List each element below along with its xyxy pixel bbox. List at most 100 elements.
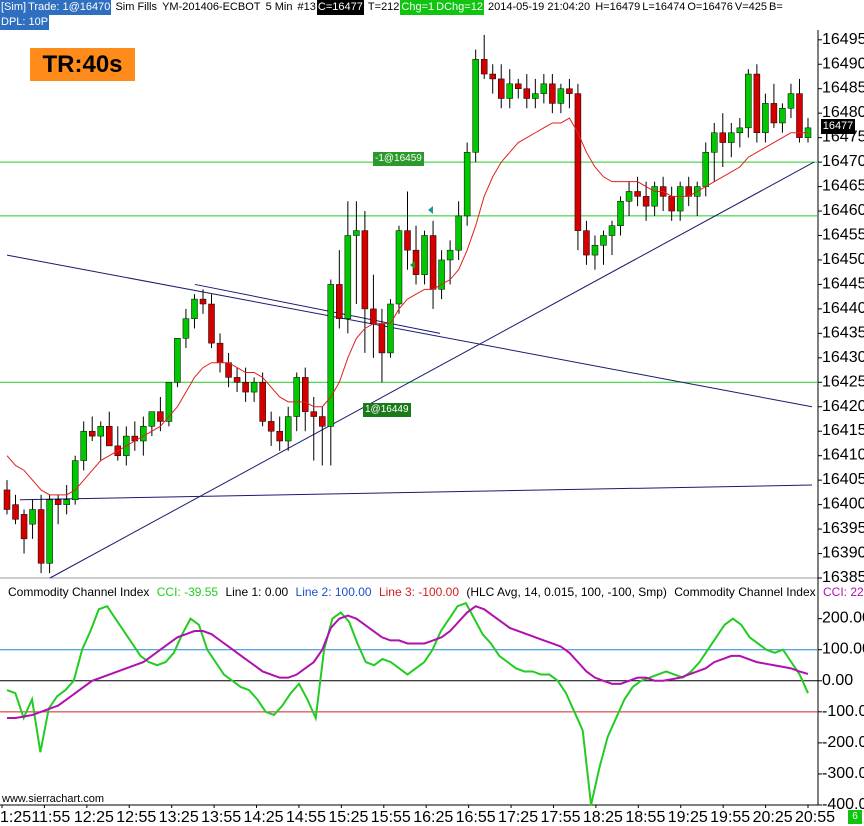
status-pill: 6 [848, 810, 862, 824]
candle-body [506, 83, 514, 99]
candle-body [796, 93, 803, 138]
price-tick-label: 16415 [822, 422, 864, 439]
candle-body [532, 93, 539, 99]
cci-value-1: CCI: -39.55 [156, 585, 219, 599]
candle-body [140, 426, 147, 442]
candle-body [668, 196, 675, 212]
candle-body [429, 235, 437, 290]
candle-body [591, 245, 599, 256]
candle-body [787, 93, 795, 109]
candle-body [29, 509, 36, 525]
price-tick-label: 16445 [822, 275, 864, 292]
time-tick-label: 18:25 [583, 809, 623, 826]
candle-body [12, 504, 19, 520]
time-tick-label: 19:55 [710, 809, 750, 826]
candle-body [242, 382, 249, 393]
candle-body [446, 249, 454, 261]
price-tick-label: 16405 [822, 471, 864, 488]
candle-body [46, 499, 53, 564]
candle-body [651, 186, 658, 207]
candle-body [54, 499, 62, 505]
candle-body [745, 73, 752, 129]
candle-body [233, 377, 241, 383]
order-arrow-icon [428, 206, 433, 214]
trendline-up [49, 161, 815, 579]
price-tick-label: 16430 [822, 349, 864, 366]
time-tick-label: 13:25 [159, 809, 199, 826]
candle-body [583, 230, 590, 256]
price-chart[interactable]: 1649516490164851648016475164701646516460… [0, 0, 864, 826]
candle-body [293, 377, 300, 417]
price-tick-label: 16425 [822, 373, 864, 390]
time-tick-label: 12:55 [116, 809, 156, 826]
candle-body [515, 83, 522, 89]
candle-body [387, 303, 394, 354]
price-tick-label: 16390 [822, 545, 864, 562]
candle-body [216, 342, 224, 363]
candle-body [199, 298, 207, 305]
time-tick-label: 15:55 [371, 809, 411, 826]
candle-body [472, 59, 479, 153]
candle-body [463, 152, 471, 217]
candle-body [88, 430, 96, 437]
price-tick-label: 16485 [822, 80, 864, 97]
candle-body [208, 303, 215, 344]
candle-body [267, 421, 275, 432]
cci-params: (HLC Avg, 14, 0.015, 100, -100, Smp) [466, 585, 667, 599]
candle-body [250, 382, 258, 393]
candle-body [608, 225, 616, 236]
candle-body [489, 73, 496, 80]
candle-body [182, 318, 190, 339]
price-tick-label: 16490 [822, 55, 864, 72]
buy-order-label[interactable]: 1@16449 [363, 403, 411, 417]
cci-value-2: CCI: 22 [823, 585, 864, 599]
candle-body [327, 284, 335, 427]
time-tick-label: 16:25 [413, 809, 453, 826]
line3-value: Line 3: -100.00 [378, 585, 459, 599]
cci-tick-label: -300.00 [822, 765, 864, 782]
time-tick-label: 16:55 [456, 809, 496, 826]
cci-name-1: Commodity Channel Index [8, 585, 150, 599]
candle-body [336, 284, 343, 319]
candle-body [157, 411, 164, 422]
candle-body [574, 93, 582, 231]
candle-body [20, 514, 28, 540]
tr-badge: TR:40s [30, 48, 135, 81]
time-tick-label: 14:25 [244, 809, 284, 826]
time-tick-label: 20:55 [795, 809, 835, 826]
candle-body [191, 298, 198, 319]
candle-body [421, 235, 428, 275]
candle-body [225, 362, 232, 378]
time-tick-label: 19:25 [668, 809, 708, 826]
time-tick-label: 13:55 [201, 809, 241, 826]
candle-body [728, 132, 735, 143]
candle-body [378, 323, 386, 354]
time-tick-label: 14:55 [286, 809, 326, 826]
candle-body [455, 215, 462, 251]
candle-body [310, 411, 318, 417]
price-tick-label: 16395 [822, 520, 864, 537]
current-price-box: 16477 [821, 119, 855, 134]
cci-tick-label: 0.00 [822, 672, 853, 689]
time-tick-label: 11:55 [31, 809, 70, 826]
candle-body [344, 235, 352, 319]
candle-body [319, 416, 326, 427]
candle-body [557, 88, 565, 104]
candle-body [353, 230, 360, 236]
trendline-down [6, 254, 813, 408]
candle-body [148, 411, 156, 427]
cci-series-line [7, 605, 809, 720]
price-tick-label: 16420 [822, 398, 864, 415]
candle-body [480, 59, 488, 75]
cci-name-2: Commodity Channel Index [674, 585, 816, 599]
watermark: www.sierrachart.com [2, 793, 105, 805]
sell-order-label[interactable]: -1@16459 [373, 152, 424, 166]
candle-body [600, 235, 607, 246]
candle-body [676, 186, 684, 212]
price-tick-label: 16440 [822, 300, 864, 317]
candle-body [404, 230, 411, 251]
candle-body [625, 191, 633, 202]
candle-body [634, 191, 641, 197]
price-tick-label: 16410 [822, 447, 864, 464]
cci-tick-label: -100.00 [822, 703, 864, 720]
